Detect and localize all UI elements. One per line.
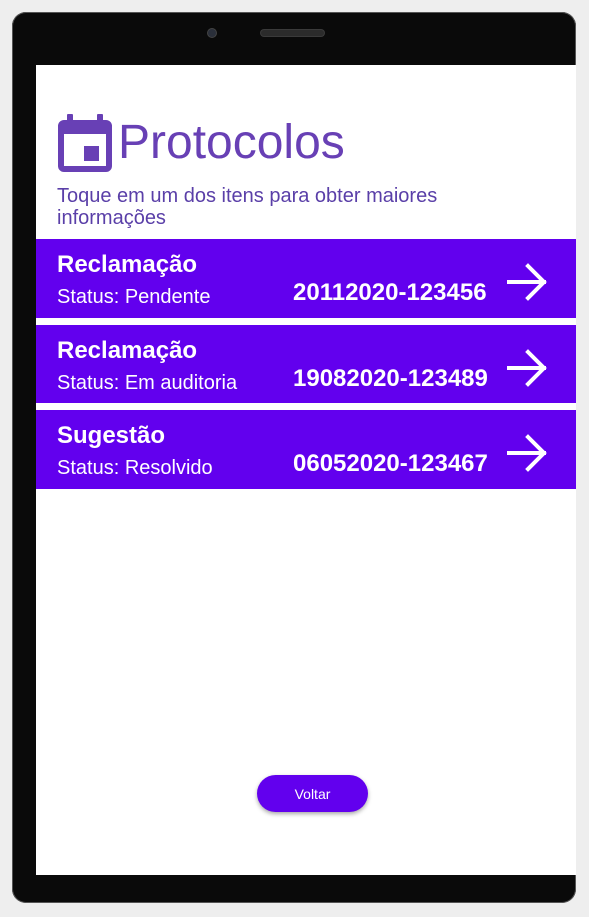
camera [208,29,216,37]
protocol-item[interactable]: Sugestão Status: Resolvido 06052020-1234… [36,410,576,489]
page-subtitle: Toque em um dos itens para obter maiores… [57,185,438,229]
protocol-item[interactable]: Reclamação Status: Pendente 20112020-123… [36,239,576,318]
arrow-right-icon[interactable] [506,432,548,474]
back-button[interactable]: Voltar [257,775,368,812]
protocol-number: 19082020-123489 [293,365,488,392]
arrow-right-icon[interactable] [506,261,548,303]
protocol-status: Status: Pendente [57,286,211,308]
protocol-status: Status: Em auditoria [57,372,238,394]
protocol-number: 20112020-123456 [293,279,487,306]
arrow-right-icon[interactable] [506,347,548,389]
protocol-list: Reclamação Status: Pendente 20112020-123… [36,239,576,496]
protocol-status: Status: Resolvido [57,457,213,479]
protocol-type: Sugestão [57,422,166,449]
protocol-type: Reclamação [57,337,198,364]
device-frame: Protocolos Toque em um dos itens para ob… [12,12,576,903]
protocol-number: 06052020-123467 [293,450,488,477]
protocol-type: Reclamação [57,251,198,278]
screen: Protocolos Toque em um dos itens para ob… [36,65,576,875]
speaker [261,30,324,36]
calendar-icon [58,114,112,172]
protocol-item[interactable]: Reclamação Status: Em auditoria 19082020… [36,325,576,403]
page-header: Protocolos [58,113,345,173]
page-title: Protocolos [118,116,345,169]
